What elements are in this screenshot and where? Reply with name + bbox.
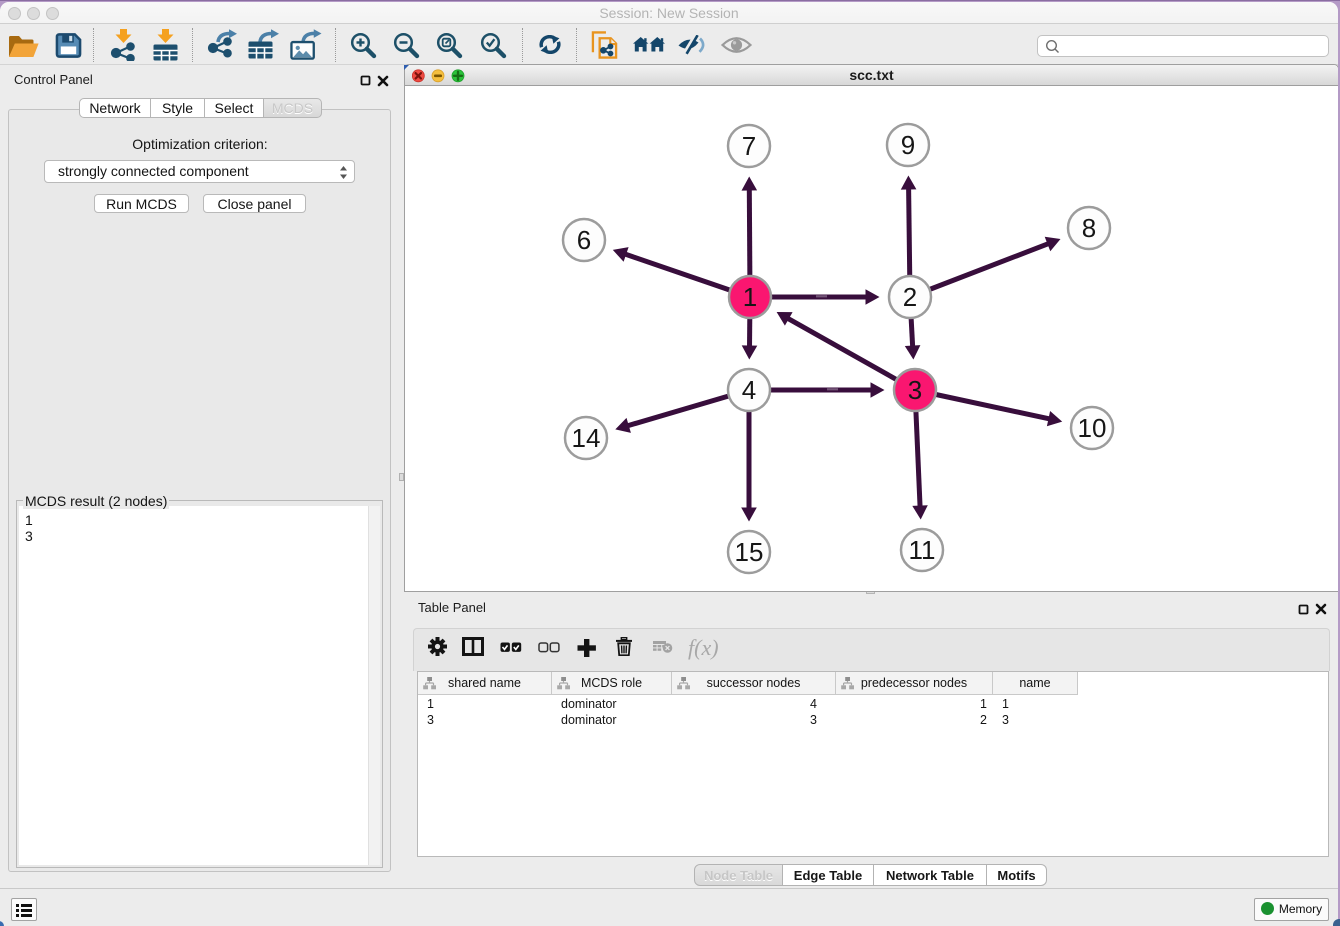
svg-text:10: 10 bbox=[1078, 413, 1107, 443]
svg-text:9: 9 bbox=[901, 130, 915, 160]
svg-text:3: 3 bbox=[908, 375, 922, 405]
svg-text:7: 7 bbox=[742, 131, 756, 161]
svg-text:14: 14 bbox=[572, 423, 601, 453]
svg-text:1: 1 bbox=[743, 282, 757, 312]
svg-text:4: 4 bbox=[742, 375, 756, 405]
svg-text:15: 15 bbox=[735, 537, 764, 567]
svg-text:6: 6 bbox=[577, 225, 591, 255]
svg-text:8: 8 bbox=[1082, 213, 1096, 243]
svg-text:2: 2 bbox=[903, 282, 917, 312]
svg-text:11: 11 bbox=[909, 535, 936, 565]
